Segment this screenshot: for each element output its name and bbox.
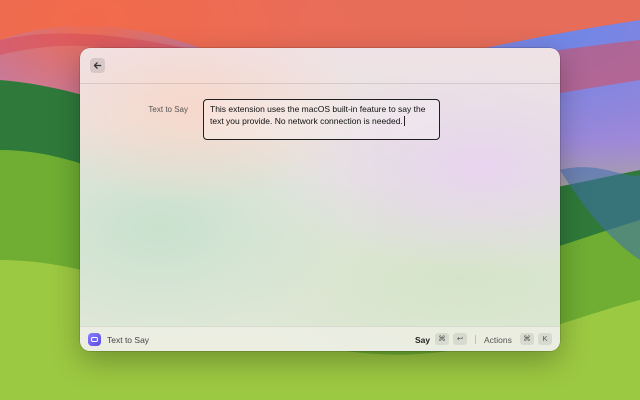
action-bar: Text to Say Say ⌘ ↩ Actions ⌘ K (80, 326, 560, 351)
command-key-hint: ⌘ (435, 333, 449, 345)
k-key-hint: K (538, 333, 552, 345)
text-field-label: Text to Say (148, 105, 188, 114)
speech-bubble-icon (88, 333, 101, 346)
text-to-say-input[interactable]: This extension uses the macOS built-in f… (203, 99, 440, 140)
actions-button[interactable]: Actions (484, 335, 512, 345)
window-toolbar (80, 48, 560, 84)
back-button[interactable] (90, 58, 105, 73)
command-key-hint-2: ⌘ (520, 333, 534, 345)
action-divider (475, 335, 476, 344)
return-key-hint: ↩ (453, 333, 467, 345)
extension-window: Text to Say This extension uses the macO… (80, 48, 560, 351)
text-caret (403, 115, 405, 126)
say-button[interactable]: Say (415, 335, 430, 345)
extension-title: Text to Say (107, 335, 150, 345)
arrow-left-icon (93, 62, 102, 69)
text-to-say-value: This extension uses the macOS built-in f… (210, 104, 426, 126)
